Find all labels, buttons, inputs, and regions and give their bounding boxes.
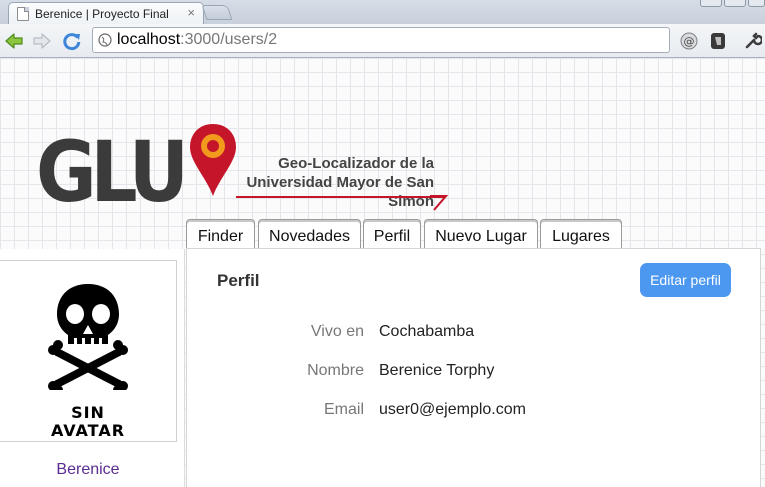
user-name-link[interactable]: Berenice: [0, 461, 176, 479]
page-icon: [17, 7, 29, 21]
maximize-button[interactable]: [724, 0, 746, 7]
site-tagline: Geo-Localizador de la Universidad Mayor …: [246, 155, 434, 210]
reload-icon[interactable]: [62, 31, 82, 51]
new-tab-button[interactable]: [201, 5, 233, 20]
tab-finder[interactable]: Finder: [186, 219, 255, 251]
field-label-email: Email: [323, 401, 364, 418]
back-arrow-icon[interactable]: [4, 31, 24, 51]
page-body: GLU Geo-Localizador de la Universidad Ma…: [0, 58, 765, 487]
skull-crossbones-icon: [48, 284, 128, 390]
tagline-underline: [236, 196, 444, 198]
minimize-button[interactable]: [700, 0, 722, 7]
field-value-city: Cochabamba: [379, 323, 475, 340]
panel-title: Perfil: [217, 271, 260, 290]
evernote-icon[interactable]: [709, 32, 727, 50]
profile-panel: Perfil Editar perfil Vivo en Cochabamba …: [186, 248, 761, 487]
field-value-name: Berenice Torphy: [379, 362, 495, 379]
tab-novedades[interactable]: Novedades: [258, 219, 361, 251]
wrench-icon[interactable]: [744, 32, 762, 50]
field-label-city: Vivo en: [310, 323, 364, 340]
forward-arrow-icon[interactable]: [32, 31, 52, 51]
extension-icon[interactable]: @: [680, 32, 698, 50]
site-logo[interactable]: GLU: [36, 130, 189, 214]
svg-text:@: @: [684, 35, 695, 48]
tagline-hook: [430, 195, 448, 211]
close-window-button[interactable]: [748, 0, 765, 7]
page-info-icon[interactable]: [98, 33, 112, 47]
close-icon[interactable]: ×: [187, 6, 195, 20]
tab-nuevo-lugar[interactable]: Nuevo Lugar: [424, 219, 538, 251]
field-value-email: user0@ejemplo.com: [379, 401, 526, 418]
tab-title: Berenice | Proyecto Final: [35, 7, 169, 21]
avatar-placeholder-line1: SIN: [71, 403, 105, 422]
browser-tabstrip: Berenice | Proyecto Final ×: [0, 0, 765, 24]
avatar-placeholder-line2: AVATAR: [50, 421, 126, 440]
url-text: localhost:3000/users/2: [117, 31, 278, 48]
browser-tab[interactable]: Berenice | Proyecto Final ×: [8, 2, 204, 24]
browser-toolbar: localhost:3000/users/2 @: [0, 24, 765, 58]
field-label-name: Nombre: [307, 362, 364, 379]
avatar: SIN AVATAR: [0, 260, 177, 442]
address-bar[interactable]: localhost:3000/users/2: [92, 27, 670, 53]
edit-profile-button[interactable]: Editar perfil: [640, 263, 731, 297]
tab-perfil[interactable]: Perfil: [363, 219, 421, 251]
tab-lugares[interactable]: Lugares: [540, 219, 622, 251]
profile-sidebar: SIN AVATAR Berenice: [0, 249, 185, 487]
